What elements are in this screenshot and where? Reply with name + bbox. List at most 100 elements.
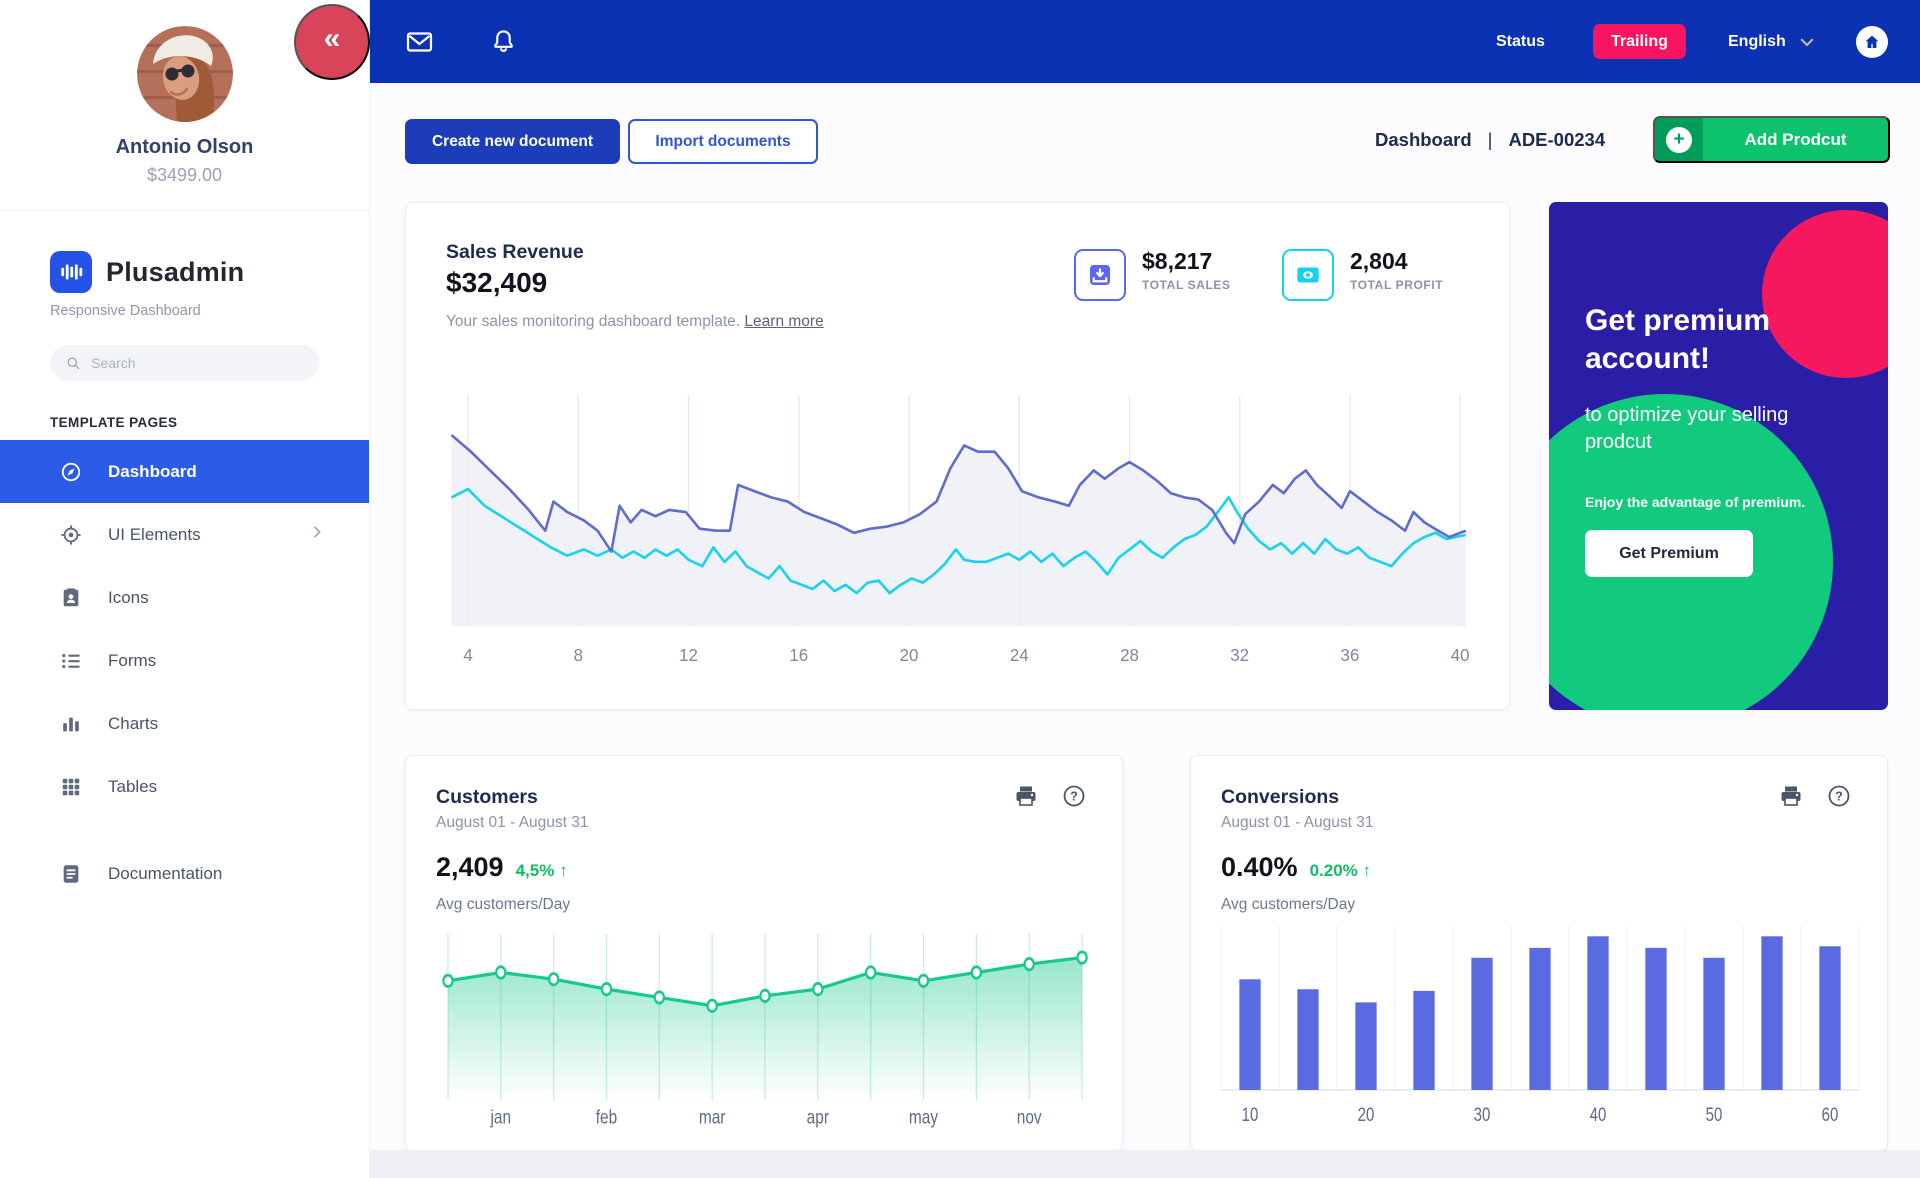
sidebar-item-label: Dashboard <box>108 461 197 481</box>
sales-line-chart: 4 8 12 16 20 24 28 32 36 40 <box>446 395 1474 667</box>
total-sales-label: TOTAL SALES <box>1142 278 1231 293</box>
customers-card: Customers August 01 - August 31 ? 2,409 … <box>405 755 1123 1151</box>
sidebar-item-label: Forms <box>108 650 157 670</box>
svg-text:40: 40 <box>1451 646 1470 665</box>
sidebar-nav: Dashboard UI Elements Icons Forms Charts <box>0 440 369 905</box>
svg-text:60: 60 <box>1822 1103 1839 1125</box>
search-box[interactable] <box>50 345 319 381</box>
sales-revenue-card: Sales Revenue $32,409 Your sales monitor… <box>405 202 1510 710</box>
get-premium-button[interactable]: Get Premium <box>1585 530 1753 577</box>
customers-title: Customers <box>436 786 538 808</box>
conversions-card-actions: ? <box>1779 784 1851 808</box>
id-badge-icon <box>60 587 82 609</box>
sidebar-item-label: Documentation <box>108 863 223 883</box>
language-dropdown[interactable]: English <box>1728 0 1816 83</box>
customers-date-range: August 01 - August 31 <box>436 814 589 831</box>
svg-text:jan: jan <box>490 1106 511 1128</box>
page-background-strip <box>370 1150 1920 1178</box>
svg-text:feb: feb <box>596 1106 617 1128</box>
arrow-up-icon: ↑ <box>1362 861 1372 880</box>
main-content: Create new document Import documents Das… <box>370 83 1920 1178</box>
notifications-button[interactable] <box>492 0 515 83</box>
user-name: Antonio Olson <box>115 136 254 158</box>
search-input[interactable] <box>91 355 303 371</box>
svg-text:24: 24 <box>1010 646 1029 665</box>
svg-text:20: 20 <box>1358 1103 1375 1125</box>
trailing-badge[interactable]: Trailing <box>1593 24 1686 59</box>
dashboard-page: Antonio Olson $3499.00 Plusadmin Respons… <box>0 0 1920 1178</box>
svg-text:36: 36 <box>1341 646 1360 665</box>
compass-icon <box>60 461 82 483</box>
sales-subtitle-text: Your sales monitoring dashboard template… <box>446 313 741 330</box>
mail-button[interactable] <box>406 0 433 83</box>
svg-text:10: 10 <box>1242 1103 1259 1125</box>
svg-text:28: 28 <box>1120 646 1139 665</box>
help-icon[interactable]: ? <box>1062 784 1086 808</box>
total-profit-value: 2,804 <box>1350 248 1408 274</box>
sidebar-collapse-button[interactable]: « <box>294 4 370 80</box>
bar-chart-icon <box>60 713 82 735</box>
target-icon <box>60 524 82 546</box>
bell-icon <box>494 30 513 52</box>
create-document-button[interactable]: Create new document <box>405 119 620 164</box>
plus-icon-wrap: + <box>1655 118 1703 161</box>
status-link[interactable]: Status <box>1496 0 1545 83</box>
svg-text:8: 8 <box>574 646 583 665</box>
svg-text:16: 16 <box>789 646 808 665</box>
customers-card-actions: ? <box>1014 784 1086 808</box>
avatar-image <box>136 26 233 122</box>
conversions-caption: Avg customers/Day <box>1221 896 1356 913</box>
breadcrumb-code: ADE-00234 <box>1508 129 1606 150</box>
conversions-date-range: August 01 - August 31 <box>1221 814 1374 831</box>
total-profit-stat: 2,804 TOTAL PROFIT <box>1282 248 1444 301</box>
home-icon <box>1865 35 1879 48</box>
sales-title: Sales Revenue <box>446 241 584 263</box>
svg-text:40: 40 <box>1590 1103 1607 1125</box>
add-product-label: Add Prodcut <box>1744 129 1847 149</box>
sidebar-item-label: UI Elements <box>108 524 201 544</box>
brand-logo-icon <box>50 251 92 293</box>
customers-caption: Avg customers/Day <box>436 896 571 913</box>
svg-text:?: ? <box>1070 790 1078 804</box>
svg-text:20: 20 <box>900 646 919 665</box>
grid-icon <box>60 776 82 798</box>
customers-value-row: 2,409 4,5% ↑ <box>436 852 568 883</box>
sidebar-section-title: TEMPLATE PAGES <box>50 415 178 430</box>
sidebar-item-tables[interactable]: Tables <box>0 755 369 818</box>
svg-text:30: 30 <box>1474 1103 1491 1125</box>
topbar: Status Trailing English <box>370 0 1920 83</box>
add-product-button[interactable]: + Add Prodcut <box>1653 116 1890 163</box>
learn-more-link[interactable]: Learn more <box>744 313 823 330</box>
help-icon[interactable]: ? <box>1827 784 1851 808</box>
total-profit-label: TOTAL PROFIT <box>1350 278 1444 293</box>
print-icon[interactable] <box>1014 784 1038 808</box>
total-sales-value: $8,217 <box>1142 248 1213 274</box>
sidebar-item-forms[interactable]: Forms <box>0 629 369 692</box>
svg-text:may: may <box>909 1106 938 1128</box>
conversions-bar-chart: 10 20 30 40 50 60 <box>1220 926 1860 1131</box>
sidebar-item-ui-elements[interactable]: UI Elements <box>0 503 369 566</box>
conversions-delta: 0.20% ↑ <box>1309 861 1372 880</box>
conversions-value: 0.40% <box>1221 852 1298 882</box>
sidebar-item-documentation[interactable]: Documentation <box>0 842 369 905</box>
document-icon <box>60 863 82 885</box>
sidebar-item-icons[interactable]: Icons <box>0 566 369 629</box>
conversions-card: Conversions August 01 - August 31 ? 0.40… <box>1190 755 1888 1151</box>
print-icon[interactable] <box>1779 784 1803 808</box>
sidebar-item-label: Icons <box>108 587 149 607</box>
breadcrumb: Dashboard | ADE-00234 <box>1375 129 1605 151</box>
breadcrumb-page[interactable]: Dashboard <box>1375 129 1472 151</box>
avatar[interactable] <box>136 26 233 122</box>
import-documents-button[interactable]: Import documents <box>628 119 818 164</box>
svg-text:32: 32 <box>1230 646 1249 665</box>
breadcrumb-separator: | <box>1487 129 1493 150</box>
home-button[interactable] <box>1856 26 1888 58</box>
sidebar-item-charts[interactable]: Charts <box>0 692 369 755</box>
mail-icon <box>406 31 433 52</box>
banknote-icon <box>1282 249 1334 301</box>
conversions-value-row: 0.40% 0.20% ↑ <box>1221 852 1371 883</box>
sidebar-item-label: Charts <box>108 713 159 733</box>
customers-area-chart: jan feb mar apr may nov <box>436 926 1094 1131</box>
sidebar-item-dashboard[interactable]: Dashboard <box>0 440 369 503</box>
premium-heading: Get premium account! <box>1585 304 1771 375</box>
